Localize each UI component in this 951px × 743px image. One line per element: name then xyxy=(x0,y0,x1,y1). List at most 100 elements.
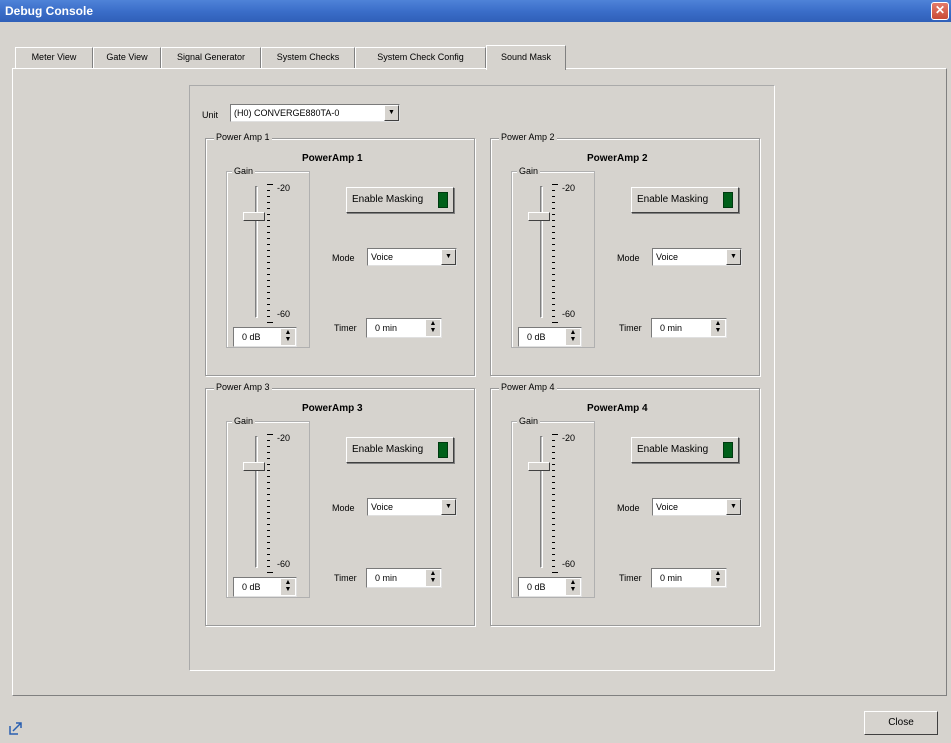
scale-tick xyxy=(552,470,555,471)
spin-arrows-icon[interactable]: ▲ ▼ xyxy=(281,329,295,345)
gain-box: Gain -20 -60 0 dB ▲ ▼ xyxy=(511,416,595,598)
scale-tick xyxy=(267,536,270,537)
scale-tick xyxy=(552,196,555,197)
gain-slider-thumb[interactable] xyxy=(243,211,265,221)
sound-mask-panel: Unit (H0) CONVERGE880TA-0 ▼ Power Amp 1 … xyxy=(189,85,775,671)
scale-tick xyxy=(267,476,270,477)
enable-masking-button[interactable]: Enable Masking xyxy=(631,437,739,463)
gain-slider-thumb[interactable] xyxy=(243,461,265,471)
enable-masking-button[interactable]: Enable Masking xyxy=(346,187,454,213)
scale-tick xyxy=(552,452,555,453)
gain-spinner[interactable]: 0 dB ▲ ▼ xyxy=(233,577,297,597)
tab-sound-mask[interactable]: Sound Mask xyxy=(486,45,566,70)
close-window-icon[interactable]: ✕ xyxy=(931,2,949,20)
unit-select[interactable]: (H0) CONVERGE880TA-0 ▼ xyxy=(230,104,400,122)
tab-gate-view[interactable]: Gate View xyxy=(93,47,161,69)
mode-select[interactable]: Voice ▼ xyxy=(367,498,457,516)
timer-spinner[interactable]: 0 min ▲ ▼ xyxy=(366,568,442,588)
scale-tick xyxy=(267,238,270,239)
timer-label: Timer xyxy=(334,323,357,333)
spin-arrows-icon[interactable]: ▲ ▼ xyxy=(566,579,580,595)
gain-box: Gain -20 -60 0 dB ▲ ▼ xyxy=(226,416,310,598)
gain-spinner[interactable]: 0 dB ▲ ▼ xyxy=(518,577,582,597)
scale-tick xyxy=(552,262,555,263)
chevron-down-icon[interactable]: ▼ xyxy=(384,105,399,121)
masking-led-icon xyxy=(723,192,733,208)
enable-masking-label: Enable Masking xyxy=(637,444,709,455)
scale-tick xyxy=(552,572,558,573)
unit-value: (H0) CONVERGE880TA-0 xyxy=(234,108,340,118)
chevron-down-icon[interactable]: ▼ xyxy=(726,249,741,265)
gain-spinner[interactable]: 0 dB ▲ ▼ xyxy=(518,327,582,347)
timer-spinner[interactable]: 0 min ▲ ▼ xyxy=(651,568,727,588)
mode-select[interactable]: Voice ▼ xyxy=(652,248,742,266)
gain-box: Gain -20 -60 0 dB ▲ ▼ xyxy=(511,166,595,348)
tab-signal-generator[interactable]: Signal Generator xyxy=(161,47,261,69)
gain-slider-track[interactable] xyxy=(255,186,258,318)
timer-spinner[interactable]: 0 min ▲ ▼ xyxy=(651,318,727,338)
gain-label: Gain xyxy=(517,416,541,426)
spin-arrows-icon[interactable]: ▲ ▼ xyxy=(711,570,725,586)
scale-max-label: -20 xyxy=(277,183,291,193)
timer-value: 0 min xyxy=(375,323,398,333)
resize-grip-icon[interactable] xyxy=(9,721,23,735)
power-amp-group-4: Power Amp 4 PowerAmp 4 Gain -20 -60 0 dB… xyxy=(490,382,760,626)
gain-slider-track[interactable] xyxy=(255,436,258,568)
spin-arrows-icon[interactable]: ▲ ▼ xyxy=(711,320,725,336)
chevron-down-icon[interactable]: ▼ xyxy=(441,249,456,265)
scale-tick xyxy=(552,566,555,567)
enable-masking-button[interactable]: Enable Masking xyxy=(631,187,739,213)
scale-tick xyxy=(267,554,270,555)
scale-tick xyxy=(552,500,555,501)
power-amp-group-1: Power Amp 1 PowerAmp 1 Gain -20 -60 0 dB… xyxy=(205,132,475,376)
scale-tick xyxy=(267,316,270,317)
tab-system-check-config[interactable]: System Check Config xyxy=(355,47,486,69)
mode-label: Mode xyxy=(617,503,640,513)
scale-tick xyxy=(267,506,270,507)
scale-tick xyxy=(552,316,555,317)
scale-tick xyxy=(267,452,270,453)
scale-tick xyxy=(267,518,270,519)
mode-select[interactable]: Voice ▼ xyxy=(367,248,457,266)
scale-tick xyxy=(267,530,270,531)
scale-tick xyxy=(552,232,555,233)
gain-slider-track[interactable] xyxy=(540,436,543,568)
gain-scale xyxy=(267,184,277,323)
scale-tick xyxy=(267,566,270,567)
tab-meter-view[interactable]: Meter View xyxy=(15,47,93,69)
scale-min-label: -60 xyxy=(562,309,576,319)
scale-tick xyxy=(267,304,270,305)
spin-arrows-icon[interactable]: ▲ ▼ xyxy=(281,579,295,595)
scale-tick xyxy=(552,554,555,555)
gain-slider-thumb[interactable] xyxy=(528,461,550,471)
scale-tick xyxy=(552,220,555,221)
scale-tick xyxy=(267,322,273,323)
scale-tick xyxy=(552,512,555,513)
timer-value: 0 min xyxy=(375,573,398,583)
scale-tick xyxy=(267,446,270,447)
gain-slider-thumb[interactable] xyxy=(528,211,550,221)
spin-arrows-icon[interactable]: ▲ ▼ xyxy=(566,329,580,345)
chevron-down-icon[interactable]: ▼ xyxy=(726,499,741,515)
chevron-down-icon[interactable]: ▼ xyxy=(441,499,456,515)
tab-system-checks[interactable]: System Checks xyxy=(261,47,355,69)
spin-arrows-icon[interactable]: ▲ ▼ xyxy=(426,570,440,586)
timer-spinner[interactable]: 0 min ▲ ▼ xyxy=(366,318,442,338)
spin-arrows-icon[interactable]: ▲ ▼ xyxy=(426,320,440,336)
scale-tick xyxy=(267,298,270,299)
scale-tick xyxy=(267,202,270,203)
window-title: Debug Console xyxy=(5,4,94,18)
enable-masking-button[interactable]: Enable Masking xyxy=(346,437,454,463)
scale-tick xyxy=(267,548,270,549)
scale-tick xyxy=(267,464,270,465)
close-button[interactable]: Close xyxy=(864,711,938,735)
gain-spinner[interactable]: 0 dB ▲ ▼ xyxy=(233,327,297,347)
scale-tick xyxy=(267,494,270,495)
gain-slider-track[interactable] xyxy=(540,186,543,318)
mode-select[interactable]: Voice ▼ xyxy=(652,498,742,516)
gain-scale xyxy=(552,184,562,323)
scale-tick xyxy=(267,458,270,459)
scale-tick xyxy=(552,560,555,561)
mode-label: Mode xyxy=(332,503,355,513)
gain-label: Gain xyxy=(517,166,541,176)
